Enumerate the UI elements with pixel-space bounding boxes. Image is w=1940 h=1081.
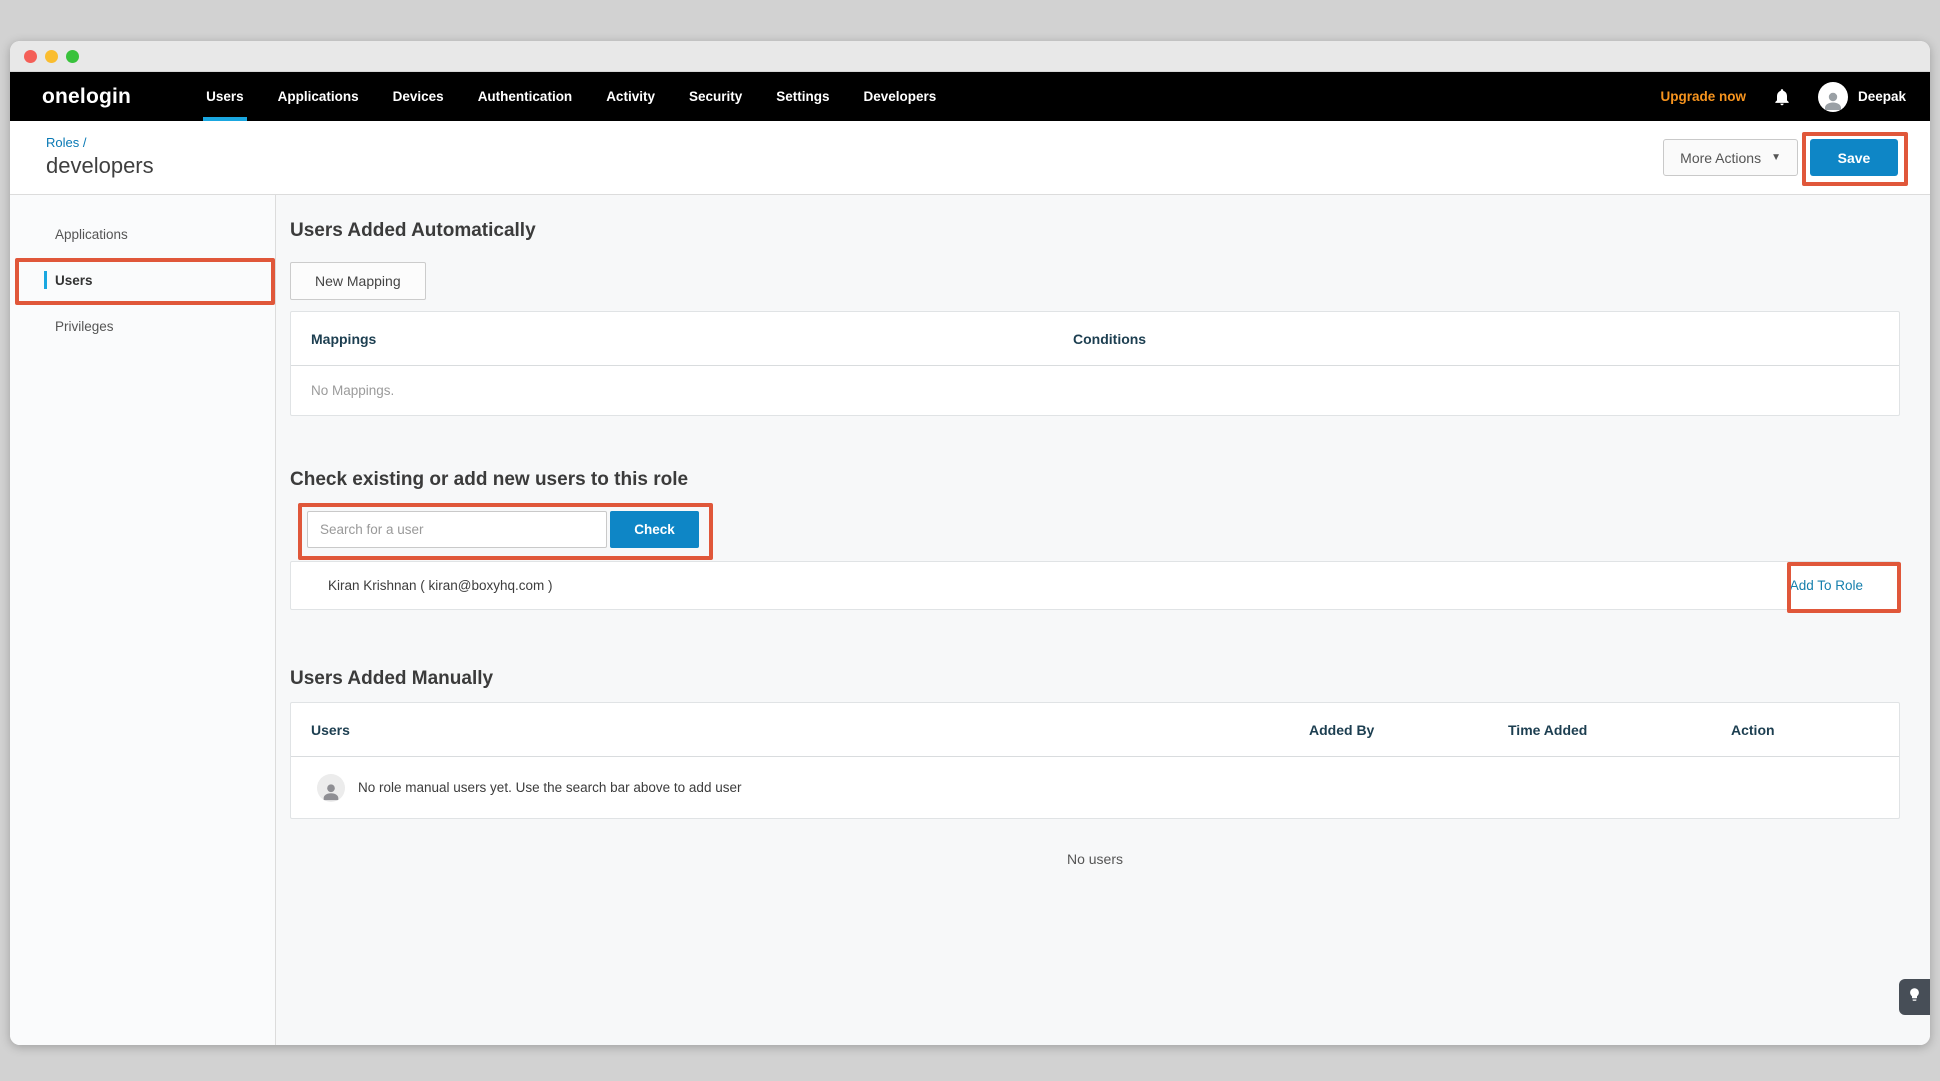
minimize-button[interactable]: [45, 50, 58, 63]
notifications-bell-icon[interactable]: [1772, 86, 1792, 108]
main-content: Users Added Automatically New Mapping Ma…: [276, 195, 1930, 1045]
top-navbar: onelogin Users Applications Devices Auth…: [10, 72, 1930, 121]
column-header-conditions: Conditions: [1053, 331, 1899, 347]
nav-item-users[interactable]: Users: [189, 72, 261, 121]
column-header-users: Users: [291, 722, 1309, 738]
check-button[interactable]: Check: [610, 511, 699, 548]
user-result-name: Kiran Krishnan ( kiran@boxyhq.com ): [328, 578, 553, 593]
close-button[interactable]: [24, 50, 37, 63]
check-section-title: Check existing or add new users to this …: [290, 469, 1900, 491]
manual-users-table: Users Added By Time Added Action No role…: [290, 702, 1900, 819]
onelogin-logo: onelogin: [42, 85, 131, 109]
active-indicator-bar: [44, 271, 47, 289]
more-actions-label: More Actions: [1680, 150, 1761, 166]
nav-item-activity[interactable]: Activity: [589, 72, 672, 121]
column-header-added-by: Added By: [1309, 722, 1508, 738]
page-title: developers: [46, 153, 154, 179]
sidebar-item-label: Privileges: [55, 319, 114, 334]
manual-section-title: Users Added Manually: [290, 668, 1900, 690]
auto-section-title: Users Added Automatically: [290, 220, 1900, 242]
fullscreen-button[interactable]: [66, 50, 79, 63]
no-users-text: No users: [290, 851, 1900, 867]
nav-item-authentication[interactable]: Authentication: [461, 72, 590, 121]
sidebar-item-applications[interactable]: Applications: [10, 211, 275, 257]
user-result-row: Kiran Krishnan ( kiran@boxyhq.com ) Add …: [290, 561, 1900, 610]
user-placeholder-avatar-icon: [317, 774, 345, 802]
manual-empty-text: No role manual users yet. Use the search…: [358, 780, 741, 795]
sidebar-item-label: Applications: [55, 227, 128, 242]
manual-users-empty-row: No role manual users yet. Use the search…: [291, 757, 1899, 818]
window-titlebar: [10, 41, 1930, 72]
add-to-role-link[interactable]: Add To Role: [1790, 578, 1863, 593]
column-header-mappings: Mappings: [291, 331, 1053, 347]
sidebar-item-label: Users: [55, 273, 93, 288]
nav-item-applications[interactable]: Applications: [261, 72, 376, 121]
more-actions-button[interactable]: More Actions ▼: [1663, 139, 1798, 176]
role-sidebar: Applications Users Privileges: [10, 195, 276, 1045]
nav-item-settings[interactable]: Settings: [759, 72, 846, 121]
nav-item-devices[interactable]: Devices: [376, 72, 461, 121]
username-label[interactable]: Deepak: [1858, 89, 1906, 104]
nav-item-security[interactable]: Security: [672, 72, 759, 121]
user-avatar[interactable]: [1818, 82, 1848, 112]
nav-links: Users Applications Devices Authenticatio…: [189, 72, 953, 121]
breadcrumb-roles-link[interactable]: Roles /: [46, 135, 154, 150]
chevron-down-icon: ▼: [1771, 152, 1781, 163]
save-button[interactable]: Save: [1810, 139, 1898, 176]
navbar-right: Upgrade now Deepak: [1660, 72, 1906, 121]
mappings-table: Mappings Conditions No Mappings.: [290, 311, 1900, 416]
lightbulb-icon: [1907, 987, 1922, 1007]
column-header-time-added: Time Added: [1508, 722, 1731, 738]
mappings-empty-row: No Mappings.: [291, 366, 1899, 415]
app-window: onelogin Users Applications Devices Auth…: [10, 41, 1930, 1045]
upgrade-now-link[interactable]: Upgrade now: [1660, 89, 1746, 104]
nav-item-developers[interactable]: Developers: [847, 72, 954, 121]
sidebar-item-users[interactable]: Users: [10, 257, 275, 303]
help-lightbulb-tab[interactable]: [1899, 979, 1930, 1015]
page-header: Roles / developers More Actions ▼ Save: [10, 121, 1930, 195]
search-user-input[interactable]: [307, 511, 607, 548]
new-mapping-button[interactable]: New Mapping: [290, 262, 426, 300]
sidebar-item-privileges[interactable]: Privileges: [10, 303, 275, 349]
column-header-action: Action: [1731, 722, 1899, 738]
